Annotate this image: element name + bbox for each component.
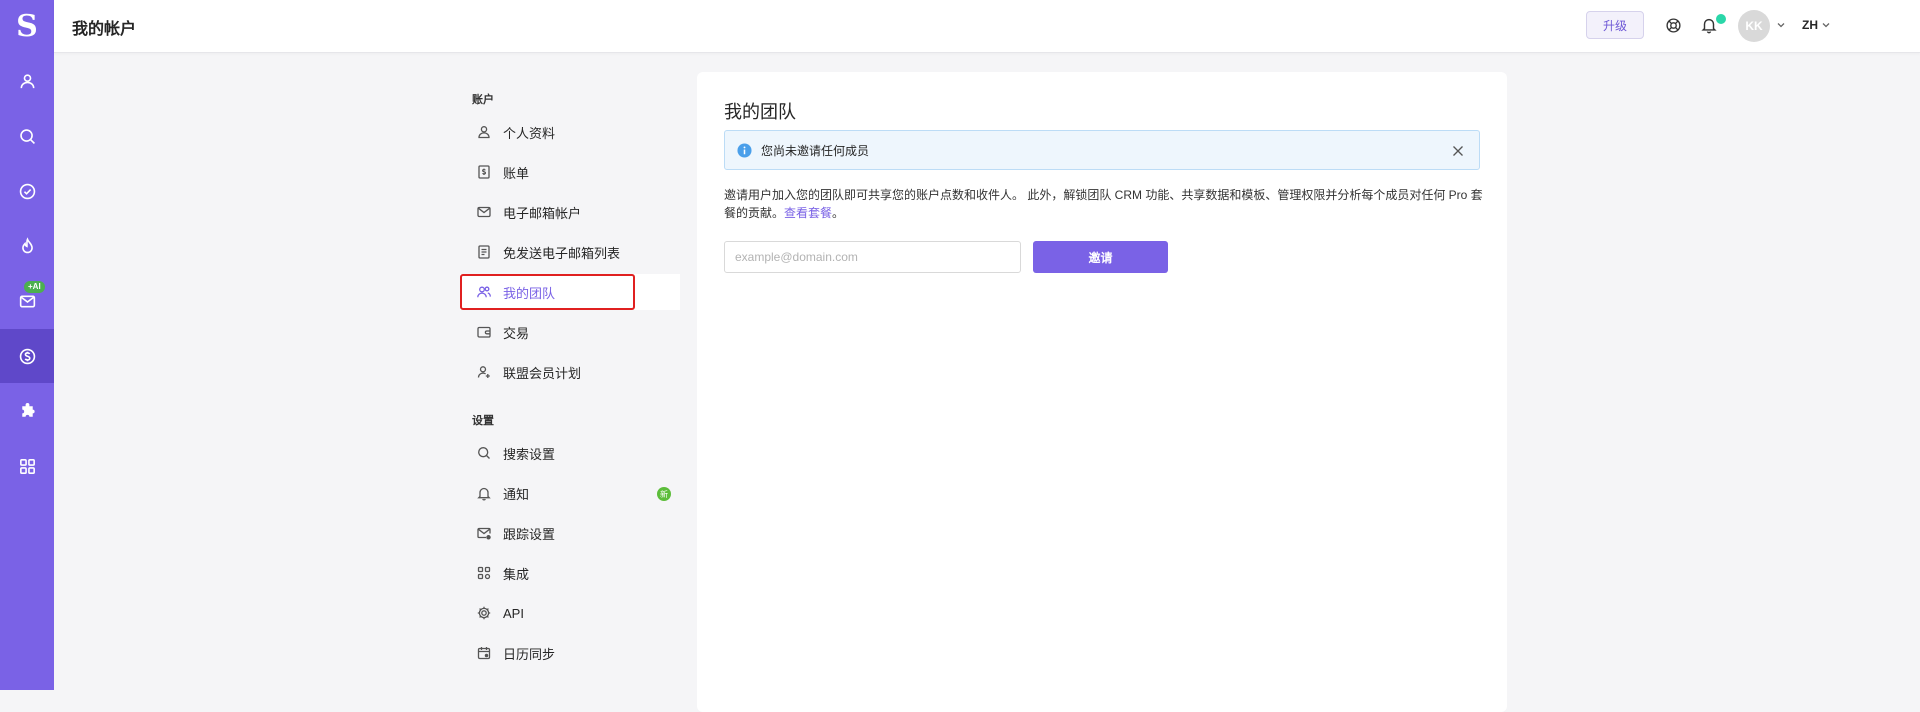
search-icon <box>478 447 490 459</box>
help-lifebuoy-icon[interactable] <box>1665 17 1682 34</box>
nav-item-api[interactable]: API <box>460 595 680 631</box>
user-icon <box>20 73 34 88</box>
rail-search[interactable] <box>0 109 54 163</box>
nav-label: 集成 <box>503 566 530 582</box>
info-icon <box>737 143 752 158</box>
section-heading-settings: 设置 <box>472 415 494 427</box>
rail-apps[interactable] <box>0 439 54 493</box>
language-selector[interactable]: ZH <box>1802 18 1818 32</box>
wallet-icon <box>477 326 491 338</box>
upgrade-button[interactable]: 升级 <box>1586 11 1644 39</box>
rail-leads[interactable] <box>0 219 54 273</box>
alert-text: 您尚未邀请任何成员 <box>761 144 870 158</box>
nav-item-tracking-settings[interactable]: 跟踪设置 <box>460 515 680 551</box>
close-icon[interactable] <box>1452 145 1464 157</box>
view-plans-link[interactable]: 查看套餐 <box>784 206 832 220</box>
nav-label: 交易 <box>503 325 530 341</box>
app-logo[interactable]: S <box>0 6 54 46</box>
affiliate-icon <box>477 366 490 378</box>
nav-item-notifications[interactable]: 通知 新 <box>460 475 680 511</box>
nav-label: 搜索设置 <box>503 446 556 462</box>
invite-button[interactable]: 邀请 <box>1033 241 1168 273</box>
flame-icon <box>21 236 33 253</box>
info-alert: 您尚未邀请任何成员 <box>724 130 1480 170</box>
avatar[interactable]: KK <box>1738 10 1770 42</box>
new-badge: 新 <box>657 487 671 501</box>
nav-item-integrations[interactable]: 集成 <box>460 555 680 591</box>
mail-tracking-icon <box>477 527 491 540</box>
nav-label: 日历同步 <box>503 646 556 662</box>
ai-badge: +AI <box>24 281 45 293</box>
nav-item-profile[interactable]: 个人资料 <box>460 114 680 150</box>
team-card: 我的团队 您尚未邀请任何成员 邀请用户加入您的团队即可共享您的账户点数和收件人。… <box>697 72 1507 712</box>
calendar-icon <box>477 647 491 660</box>
notification-dot <box>1716 14 1726 24</box>
dollar-circle-icon <box>19 348 35 364</box>
user-icon <box>478 126 490 139</box>
rail-tasks[interactable] <box>0 164 54 218</box>
rail-billing[interactable] <box>0 329 54 383</box>
nav-label: 账单 <box>503 165 530 181</box>
nav-item-billing[interactable]: 账单 <box>460 154 680 190</box>
gear-icon <box>477 606 491 620</box>
nav-label: 通知 <box>503 486 530 502</box>
invoice-icon <box>478 165 490 179</box>
invite-email-input[interactable] <box>724 241 1021 273</box>
apps-grid-icon <box>19 458 35 474</box>
left-rail: S +AI <box>0 0 54 690</box>
chevron-down-icon[interactable] <box>1822 22 1830 28</box>
nav-item-transactions[interactable]: 交易 <box>460 314 680 350</box>
rail-contacts[interactable] <box>0 54 54 108</box>
nav-label: 免发送电子邮箱列表 <box>503 245 621 261</box>
chevron-down-icon[interactable] <box>1777 22 1785 28</box>
nav-item-email-accounts[interactable]: 电子邮箱帐户 <box>460 194 680 230</box>
nav-item-do-not-email-list[interactable]: 免发送电子邮箱列表 <box>460 234 680 270</box>
list-icon <box>478 245 490 259</box>
grid-icon <box>477 566 491 580</box>
page-title: 我的帐户 <box>72 21 137 38</box>
team-description: 邀请用户加入您的团队即可共享您的账户点数和收件人。 此外，解锁团队 CRM 功能… <box>724 186 1484 222</box>
nav-label: 个人资料 <box>503 125 556 141</box>
nav-label: 联盟会员计划 <box>503 365 582 381</box>
description-period: 。 <box>832 206 845 220</box>
nav-item-search-settings[interactable]: 搜索设置 <box>460 435 680 471</box>
puzzle-icon <box>21 402 35 417</box>
nav-item-my-team[interactable]: 我的团队 <box>460 274 680 310</box>
nav-label: 跟踪设置 <box>503 526 556 542</box>
nav-label: 电子邮箱帐户 <box>503 205 582 221</box>
card-title: 我的团队 <box>724 102 796 122</box>
check-circle-icon <box>19 183 35 199</box>
section-heading-account: 账户 <box>472 94 494 106</box>
mail-icon <box>19 294 35 308</box>
rail-extensions[interactable] <box>0 384 54 438</box>
rail-email[interactable]: +AI <box>0 274 54 328</box>
mail-icon <box>477 206 491 218</box>
nav-item-affiliate[interactable]: 联盟会员计划 <box>460 354 680 390</box>
nav-item-calendar-sync[interactable]: 日历同步 <box>460 635 680 671</box>
bell-icon <box>477 487 491 501</box>
search-icon <box>19 128 35 144</box>
nav-label: API <box>503 605 524 621</box>
selection-highlight <box>460 274 635 310</box>
